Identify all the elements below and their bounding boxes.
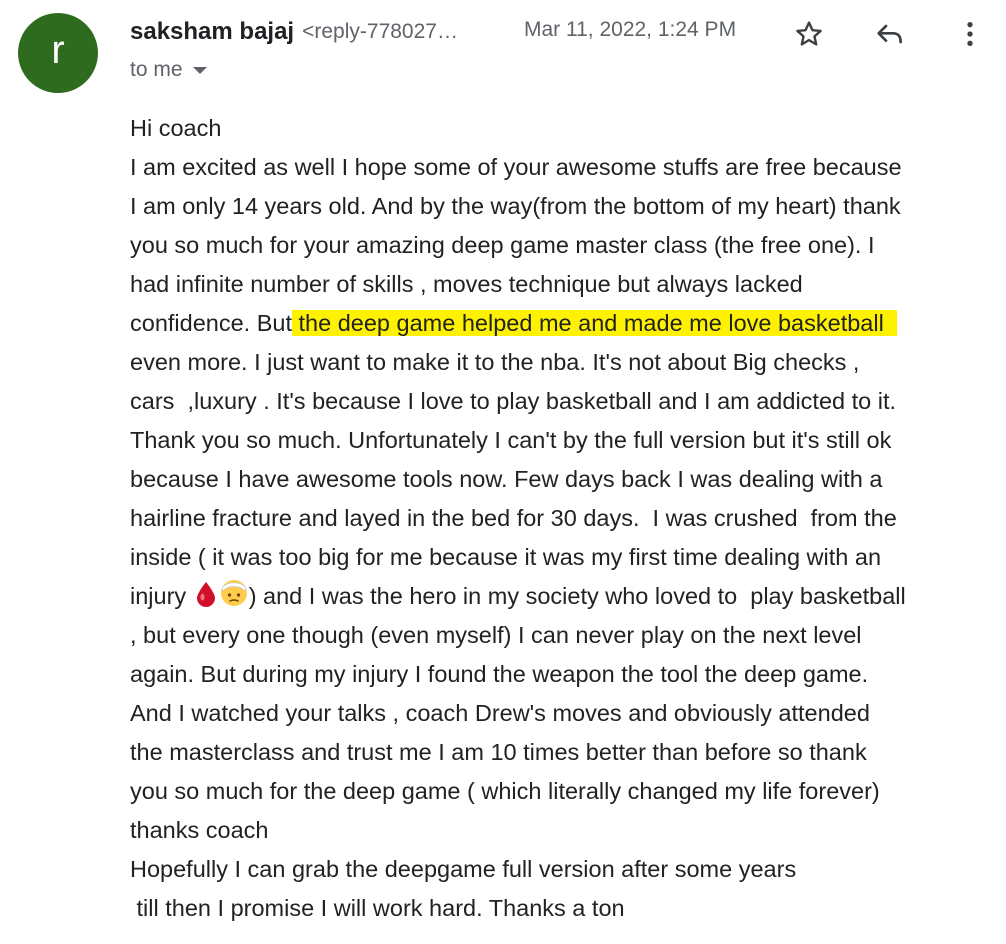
reply-icon: [877, 24, 902, 44]
body-line: And I watched your talks , coach Drew's …: [130, 700, 870, 726]
body-line: the masterclass and trust me I am 10 tim…: [130, 739, 867, 765]
body-line: I am excited as well I hope some of your…: [130, 154, 902, 180]
reply-button[interactable]: [870, 14, 910, 54]
star-icon: [796, 21, 822, 46]
body-line-highlighted: confidence. But the deep game helped me …: [130, 304, 1000, 343]
body-line: had infinite number of skills , moves te…: [130, 271, 803, 297]
avatar[interactable]: r: [18, 13, 98, 93]
body-line: even more. I just want to make it to the…: [130, 349, 860, 375]
recipients-toggle[interactable]: to me: [130, 58, 207, 82]
chevron-down-icon: [192, 66, 207, 74]
body-line: hairline fracture and layed in the bed f…: [130, 505, 897, 531]
body-line: I am only 14 years old. And by the way(f…: [130, 193, 901, 219]
to-label: to me: [130, 58, 183, 81]
sender-line: saksham bajaj <reply-778027…: [130, 14, 458, 50]
body-line: cars ,luxury . It's because I love to pl…: [130, 388, 897, 414]
body-line: , but every one though (even myself) I c…: [130, 622, 862, 648]
body-text: injury: [130, 583, 193, 609]
body-text: confidence. But: [130, 310, 292, 336]
greeting: Hi coach: [130, 115, 222, 141]
body-text: ) and I was the hero in my society who l…: [248, 583, 906, 609]
more-options-button[interactable]: [950, 14, 990, 54]
avatar-letter: r: [51, 27, 65, 72]
body-line: till then I promise I will work hard. Th…: [130, 895, 625, 921]
highlighted-text: the deep game helped me and made me love…: [292, 310, 897, 336]
sender-email[interactable]: <reply-778027…: [302, 20, 458, 44]
body-line: Thank you so much. Unfortunately I can't…: [130, 427, 892, 453]
sender-name[interactable]: saksham bajaj: [130, 18, 294, 46]
message-date[interactable]: Mar 11, 2022, 1:24 PM: [524, 18, 736, 42]
body-line: Hopefully I can grab the deepgame full v…: [130, 856, 797, 882]
body-line: because I have awesome tools now. Few da…: [130, 466, 883, 492]
message-body: Hi coach I am excited as well I hope som…: [130, 109, 1000, 928]
star-button[interactable]: [789, 14, 829, 54]
drop-of-blood-emoji: [196, 582, 215, 607]
more-vert-icon: [967, 22, 973, 46]
body-line-emoji: injury ) and I was the hero in my societ…: [130, 577, 1000, 616]
body-line: thanks coach: [130, 817, 269, 843]
body-line: inside ( it was too big for me because i…: [130, 544, 882, 570]
body-line: you so much for the deep game ( which li…: [130, 778, 880, 804]
body-line: again. But during my injury I found the …: [130, 661, 869, 687]
body-line: you so much for your amazing deep game m…: [130, 232, 875, 258]
bandaged-face-emoji: [220, 580, 247, 606]
